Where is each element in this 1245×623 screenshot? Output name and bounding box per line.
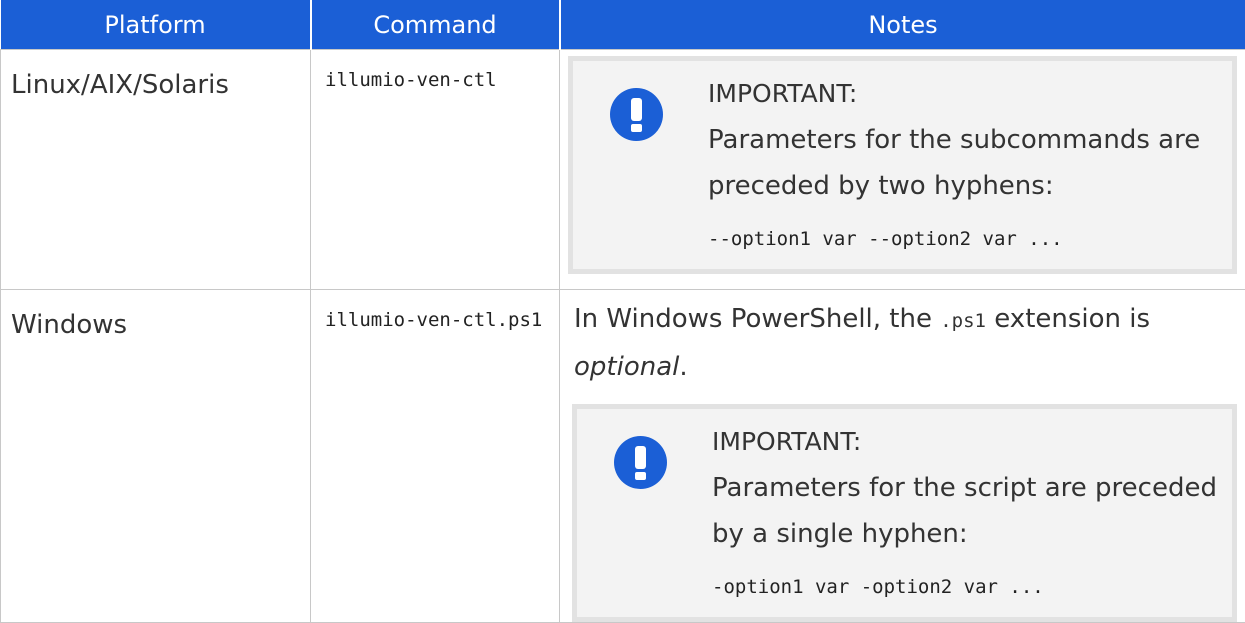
inline-code: .ps1 bbox=[940, 310, 986, 332]
exclamation-icon bbox=[610, 88, 663, 141]
header-notes: Notes bbox=[560, 0, 1245, 50]
platform-cell: Windows bbox=[1, 290, 311, 623]
callout-code: -option1 var -option2 var ... bbox=[712, 565, 1222, 609]
platform-cell: Linux/AIX/Solaris bbox=[1, 50, 311, 290]
notes-cell: IMPORTANT: Parameters for the subcommand… bbox=[560, 50, 1245, 290]
notes-cell: In Windows PowerShell, the .ps1 extensio… bbox=[560, 290, 1245, 623]
important-callout: IMPORTANT: Parameters for the subcommand… bbox=[568, 56, 1237, 274]
callout-label: IMPORTANT: bbox=[708, 71, 1222, 117]
callout-code: --option1 var --option2 var ... bbox=[708, 217, 1222, 261]
header-command: Command bbox=[311, 0, 560, 50]
emphasis-text: optional bbox=[574, 352, 679, 382]
commands-table: Platform Command Notes Linux/AIX/Solaris… bbox=[0, 0, 1245, 623]
table-row: Linux/AIX/Solaris illumio-ven-ctl IMPORT… bbox=[1, 50, 1245, 290]
notes-lead-text: In Windows PowerShell, the .ps1 extensio… bbox=[572, 296, 1237, 390]
table-row: Windows illumio-ven-ctl.ps1 In Windows P… bbox=[1, 290, 1245, 623]
callout-text: Parameters for the subcommands are prece… bbox=[708, 117, 1222, 209]
important-callout: IMPORTANT: Parameters for the script are… bbox=[572, 404, 1237, 622]
callout-label: IMPORTANT: bbox=[712, 419, 1222, 465]
exclamation-icon bbox=[614, 436, 667, 489]
command-cell: illumio-ven-ctl.ps1 bbox=[311, 290, 560, 623]
table-header-row: Platform Command Notes bbox=[1, 0, 1245, 50]
callout-text: Parameters for the script are preceded b… bbox=[712, 465, 1222, 557]
command-cell: illumio-ven-ctl bbox=[311, 50, 560, 290]
header-platform: Platform bbox=[1, 0, 311, 50]
